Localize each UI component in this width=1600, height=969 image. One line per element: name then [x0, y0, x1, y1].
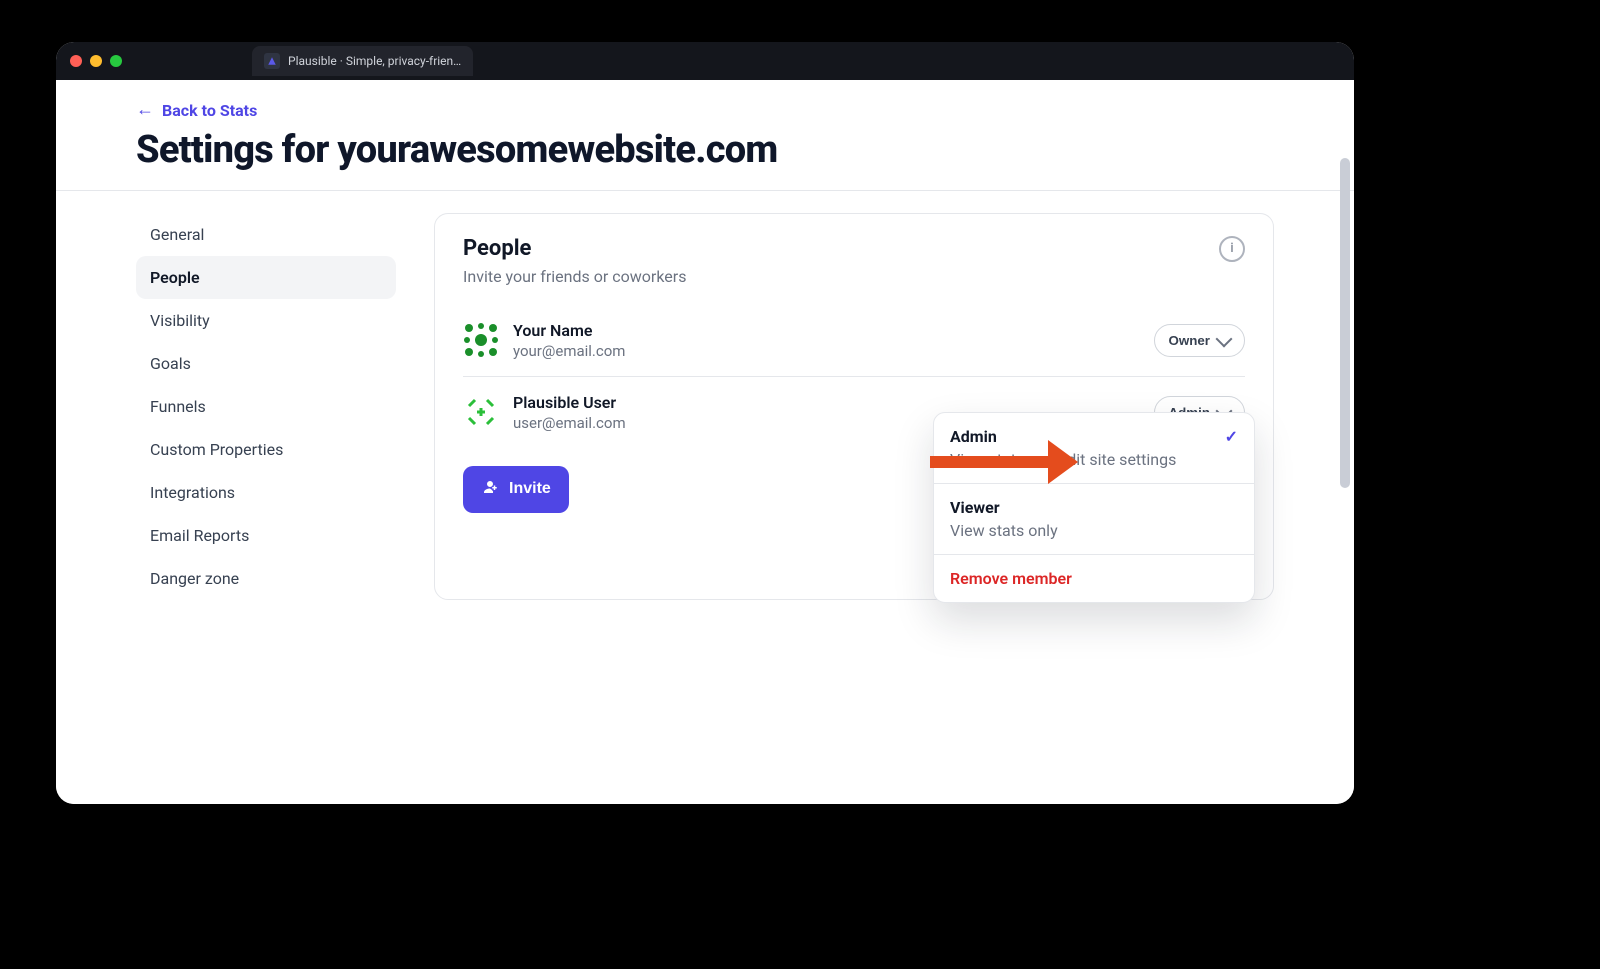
- back-label: Back to Stats: [162, 101, 257, 120]
- sidebar-item-label: People: [150, 268, 200, 287]
- settings-nav: General People Visibility Goals Funnels …: [136, 213, 396, 600]
- window-close-icon[interactable]: [70, 55, 82, 67]
- card-title: People: [463, 236, 686, 261]
- sidebar-item-danger-zone[interactable]: Danger zone: [136, 557, 396, 600]
- user-plus-icon: [481, 478, 499, 501]
- role-option-desc: View stats only: [950, 521, 1238, 540]
- traffic-lights: [70, 55, 122, 67]
- role-option-desc: View stats and edit site settings: [950, 450, 1238, 469]
- member-row: Your Name your@email.com Owner: [463, 304, 1245, 376]
- people-card: People Invite your friends or coworkers …: [434, 213, 1274, 600]
- member-email: your@email.com: [513, 342, 625, 360]
- favicon-icon: [264, 53, 280, 69]
- member-name: Your Name: [513, 321, 625, 340]
- sidebar-item-general[interactable]: General: [136, 213, 396, 256]
- page-title: Settings for yourawesomewebsite.com: [136, 128, 1274, 172]
- role-selector-owner[interactable]: Owner: [1154, 324, 1245, 357]
- scrollbar[interactable]: [1340, 158, 1350, 488]
- chevron-down-icon: [1216, 330, 1233, 347]
- sidebar-item-label: Visibility: [150, 311, 210, 330]
- remove-member[interactable]: Remove member: [934, 554, 1254, 602]
- role-option-title: Admin: [950, 427, 997, 446]
- sidebar-item-goals[interactable]: Goals: [136, 342, 396, 385]
- member-name: Plausible User: [513, 393, 626, 412]
- role-option-viewer[interactable]: Viewer View stats only: [934, 483, 1254, 554]
- sidebar-item-custom-properties[interactable]: Custom Properties: [136, 428, 396, 471]
- invite-label: Invite: [509, 480, 551, 498]
- divider: [56, 190, 1354, 191]
- role-option-title: Viewer: [950, 498, 1000, 517]
- window-minimize-icon[interactable]: [90, 55, 102, 67]
- sidebar-item-label: Danger zone: [150, 569, 239, 588]
- remove-member-label: Remove member: [950, 569, 1072, 588]
- avatar: [463, 394, 499, 430]
- arrow-left-icon: ←: [136, 101, 154, 119]
- sidebar-item-funnels[interactable]: Funnels: [136, 385, 396, 428]
- sidebar-item-label: Email Reports: [150, 526, 249, 545]
- sidebar-item-label: Integrations: [150, 483, 235, 502]
- check-icon: ✓: [1225, 427, 1238, 446]
- settings-sidebar: General People Visibility Goals Funnels …: [136, 213, 396, 600]
- sidebar-item-label: General: [150, 225, 204, 244]
- browser-tab[interactable]: Plausible · Simple, privacy-frien…: [252, 46, 473, 76]
- invite-button[interactable]: Invite: [463, 466, 569, 513]
- sidebar-item-integrations[interactable]: Integrations: [136, 471, 396, 514]
- avatar: [463, 322, 499, 358]
- tab-strip: Plausible · Simple, privacy-frien…: [252, 46, 473, 76]
- window-zoom-icon[interactable]: [110, 55, 122, 67]
- titlebar: Plausible · Simple, privacy-frien…: [56, 42, 1354, 80]
- sidebar-item-people[interactable]: People: [136, 256, 396, 299]
- role-dropdown: Admin ✓ View stats and edit site settings…: [933, 412, 1255, 603]
- sidebar-item-email-reports[interactable]: Email Reports: [136, 514, 396, 557]
- app-window: Plausible · Simple, privacy-frien… ← Bac…: [56, 42, 1354, 804]
- sidebar-item-label: Funnels: [150, 397, 206, 416]
- card-subtitle: Invite your friends or coworkers: [463, 267, 686, 286]
- page-content: ← Back to Stats Settings for yourawesome…: [56, 80, 1354, 804]
- sidebar-item-label: Goals: [150, 354, 191, 373]
- sidebar-item-visibility[interactable]: Visibility: [136, 299, 396, 342]
- info-icon[interactable]: i: [1219, 236, 1245, 262]
- sidebar-item-label: Custom Properties: [150, 440, 283, 459]
- tab-title: Plausible · Simple, privacy-frien…: [288, 54, 461, 68]
- back-to-stats-link[interactable]: ← Back to Stats: [136, 101, 257, 120]
- role-label: Owner: [1169, 333, 1210, 348]
- member-email: user@email.com: [513, 414, 626, 432]
- role-option-admin[interactable]: Admin ✓ View stats and edit site settings: [934, 413, 1254, 483]
